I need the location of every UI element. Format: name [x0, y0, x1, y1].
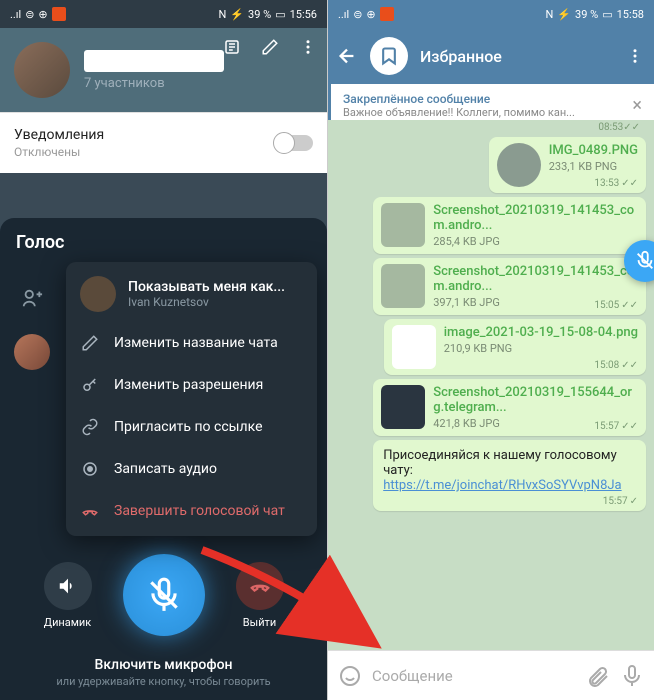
menu-end-voice-chat[interactable]: Завершить голосовой чат [66, 490, 317, 532]
key-icon [80, 376, 100, 394]
link-icon [80, 418, 100, 436]
close-icon[interactable]: × [632, 95, 642, 116]
more-icon[interactable] [624, 45, 646, 67]
saved-messages-icon[interactable] [370, 37, 408, 75]
invite-link[interactable]: https://t.me/joinchat/RHvxSoSYVvpN8Ja [383, 478, 621, 493]
more-icon[interactable] [297, 36, 319, 58]
edit-icon[interactable] [259, 36, 281, 58]
file-message[interactable]: Screenshot_20210319_141453_com.andro...2… [373, 197, 646, 254]
notification-icon [52, 7, 66, 21]
voice-chat-title: Голос [0, 232, 327, 263]
back-icon[interactable] [336, 45, 358, 67]
file-thumbnail [381, 264, 425, 308]
phone-left-voicechat: ..ıl⊜⊕ N⚡39 %▭15:56 7 участников Уведомл… [0, 0, 327, 700]
menu-rename-chat[interactable]: Изменить название чата [66, 322, 317, 364]
participants-column [0, 272, 64, 378]
group-name-redacted [84, 50, 224, 72]
messages-list[interactable]: 08:53 ✓✓ IMG_0489.PNG233,1 KB PNG 13:53✓… [328, 120, 654, 650]
emoji-icon[interactable] [338, 664, 362, 688]
download-icon[interactable] [497, 143, 541, 187]
phone-right-saved-messages: ..ıl⊜⊕ N⚡39 %▭15:58 Избранное Закреплённ… [327, 0, 654, 700]
voice-chat-controls: Динамик Выйти [0, 554, 327, 636]
header-actions [221, 36, 319, 58]
mic-hint: Включить микрофон или удерживайте кнопку… [0, 657, 327, 688]
file-thumbnail [381, 385, 425, 429]
notification-icon [380, 7, 394, 21]
file-message[interactable]: image_2021-03-19_15-08-04.png210,9 KB PN… [384, 319, 646, 375]
menu-permissions[interactable]: Изменить разрешения [66, 364, 317, 406]
leave-button[interactable]: Выйти [236, 562, 284, 629]
file-message[interactable]: Screenshot_20210319_155644_org.telegram.… [373, 379, 646, 436]
speaker-button[interactable]: Динамик [44, 562, 92, 629]
file-thumbnail [381, 203, 425, 247]
mic-icon[interactable] [620, 664, 644, 688]
record-icon [80, 460, 100, 478]
status-bar: ..ıl⊜⊕ N⚡39 %▭15:58 [328, 0, 654, 28]
file-thumbnail [392, 325, 436, 369]
message-input[interactable]: Сообщение [372, 667, 576, 685]
participant-avatar[interactable] [14, 334, 50, 370]
group-members-count: 7 участников [84, 76, 224, 91]
message-input-bar: Сообщение [328, 650, 654, 700]
menu-invite-link[interactable]: Пригласить по ссылке [66, 406, 317, 448]
attach-icon[interactable] [586, 664, 610, 688]
group-avatar[interactable] [14, 42, 70, 98]
hangup-icon [80, 502, 100, 520]
microphone-button[interactable] [123, 554, 205, 636]
voice-chat-panel: Голос Показывать меня как... Ivan Kuznet… [0, 218, 327, 700]
add-user-icon[interactable] [14, 280, 50, 316]
menu-identity-row[interactable]: Показывать меня как... Ivan Kuznetsov [66, 266, 317, 322]
notifications-toggle[interactable] [275, 135, 313, 151]
status-bar: ..ıl⊜⊕ N⚡39 %▭15:56 [0, 0, 327, 28]
pencil-icon [80, 334, 100, 352]
file-message[interactable]: Screenshot_20210319_141453_com.andro...3… [373, 258, 646, 315]
poll-icon[interactable] [221, 36, 243, 58]
user-avatar [80, 276, 116, 312]
chat-title: Избранное [420, 47, 612, 66]
notifications-row[interactable]: Уведомления Отключены [0, 112, 327, 173]
chat-header: Избранное [328, 28, 654, 84]
voice-chat-menu: Показывать меня как... Ivan Kuznetsov Из… [66, 262, 317, 536]
menu-record-audio[interactable]: Записать аудио [66, 448, 317, 490]
file-message[interactable]: IMG_0489.PNG233,1 KB PNG 13:53✓✓ [489, 137, 646, 193]
text-message[interactable]: Присоединяйся к нашему голосовому чату: … [373, 440, 646, 511]
